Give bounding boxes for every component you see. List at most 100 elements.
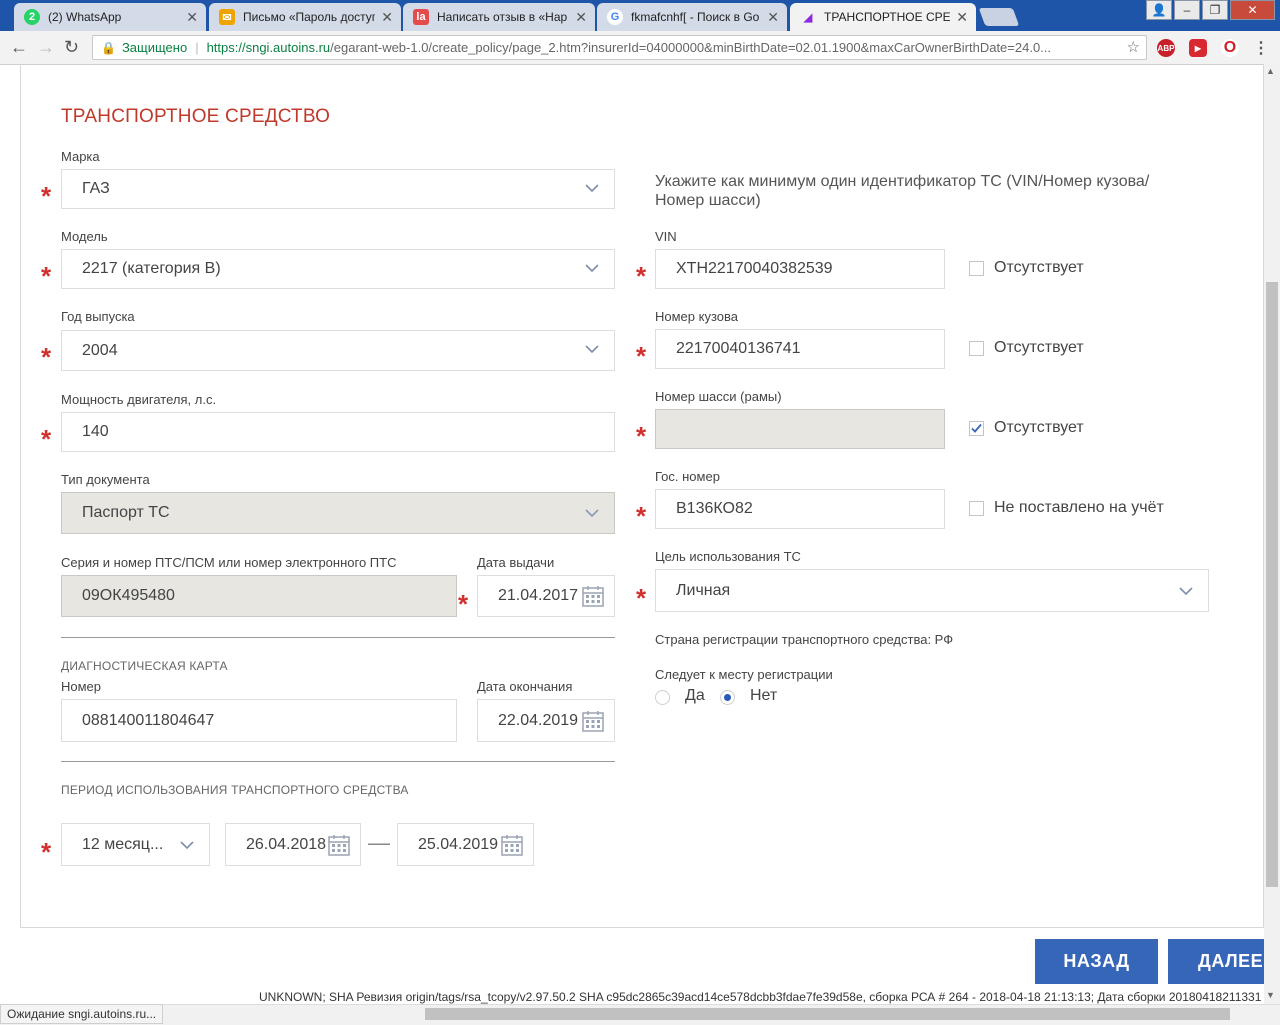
close-icon[interactable]: ✕ [956, 9, 968, 26]
issue-date-label: Дата выдачи [477, 555, 555, 570]
chevron-down-icon [1179, 587, 1193, 596]
pts-input[interactable]: 09ОК495480 [61, 575, 457, 617]
doc-type-value: Паспорт ТС [82, 504, 170, 521]
diag-number-value: 088140011804647 [82, 711, 215, 729]
issue-date-input[interactable]: 21.04.2017 [477, 575, 615, 617]
close-icon[interactable]: ✕ [186, 9, 198, 26]
tab-title: ТРАНСПОРТНОЕ СРЕДС [824, 10, 951, 24]
next-button[interactable]: ДАЛЕЕ [1168, 939, 1264, 984]
minimize-icon[interactable]: – [1174, 0, 1200, 20]
calendar-icon[interactable] [582, 585, 604, 607]
period-title: ПЕРИОД ИСПОЛЬЗОВАНИЯ ТРАНСПОРТНОГО СРЕДС… [61, 783, 409, 797]
diag-card-title: ДИАГНОСТИЧЕСКАЯ КАРТА [61, 659, 228, 673]
menu-icon[interactable]: ⋮ [1252, 39, 1270, 57]
year-label: Год выпуска [61, 309, 135, 324]
required-mark: * [458, 589, 469, 619]
vertical-scroll-thumb[interactable] [1266, 282, 1278, 887]
follows-yes-radio[interactable] [655, 690, 670, 705]
page-icon: ◢ [803, 11, 813, 24]
required-mark: * [636, 261, 647, 291]
tab-irecommend[interactable]: la Написать отзыв в «Нар ✕ [403, 3, 595, 31]
calendar-icon[interactable] [582, 710, 604, 732]
vin-value: XTH22170040382539 [676, 260, 833, 277]
checkmark-icon [971, 423, 982, 433]
period-duration-select[interactable]: 12 месяц... [61, 823, 210, 866]
new-tab-button[interactable] [978, 8, 1020, 26]
tab-vehicle-form[interactable]: ◢ ТРАНСПОРТНОЕ СРЕДС ✕ [790, 3, 976, 31]
purpose-value: Личная [676, 581, 731, 599]
period-from-input[interactable]: 26.04.2018 [225, 823, 361, 866]
calendar-icon[interactable] [501, 834, 523, 856]
follows-label: Следует к месту регистрации [655, 667, 833, 682]
pts-value: 09ОК495480 [82, 587, 175, 604]
mail-icon: ✉ [219, 9, 235, 25]
adblock-icon[interactable]: ABP [1157, 39, 1175, 57]
required-mark: * [41, 261, 52, 291]
diag-number-label: Номер [61, 679, 102, 694]
purpose-select[interactable]: Личная [655, 569, 1209, 612]
whatsapp-icon: 2 [24, 9, 40, 25]
restore-icon[interactable]: ❐ [1202, 0, 1228, 20]
chevron-down-icon [585, 345, 599, 354]
tab-title: fkmafcnhf[ - Поиск в Go [631, 10, 760, 24]
build-info: UNKNOWN; SHA Ревизия origin/tags/rsa_tco… [259, 990, 1262, 1004]
reload-icon[interactable]: ↻ [64, 37, 79, 58]
chassis-label: Номер шасси (рамы) [655, 389, 782, 404]
diag-number-input[interactable]: 088140011804647 [61, 699, 457, 742]
calendar-icon[interactable] [328, 834, 350, 856]
period-duration-value: 12 месяц... [82, 835, 164, 853]
follows-no-radio[interactable] [720, 690, 735, 705]
close-icon[interactable]: ✕ [767, 9, 779, 26]
required-mark: * [41, 342, 52, 372]
scroll-up-icon[interactable]: ▲ [1266, 66, 1275, 76]
opera-icon[interactable]: O [1221, 39, 1239, 57]
horizontal-scroll-thumb[interactable] [425, 1008, 1230, 1020]
body-absent-checkbox[interactable] [969, 341, 984, 356]
back-arrow-icon[interactable]: ← [10, 37, 28, 58]
irecommend-icon: la [413, 9, 429, 25]
period-to-value: 25.04.2019 [418, 835, 499, 853]
follows-no-label: Нет [750, 687, 778, 704]
vin-input[interactable]: XTH22170040382539 [655, 249, 945, 289]
close-icon[interactable]: ✕ [575, 9, 587, 26]
required-mark: * [41, 181, 52, 211]
tab-whatsapp[interactable]: 2 (2) WhatsApp ✕ [14, 3, 206, 31]
tab-title: Письмо «Пароль доступ [243, 10, 376, 24]
model-select[interactable]: 2217 (категория В) [61, 249, 615, 289]
close-icon[interactable]: ✕ [381, 9, 393, 26]
forward-arrow-icon[interactable]: → [37, 37, 55, 58]
tab-google[interactable]: G fkmafcnhf[ - Поиск в Go ✕ [597, 3, 787, 31]
vin-absent-checkbox[interactable] [969, 261, 984, 276]
close-window-icon[interactable]: ✕ [1230, 0, 1275, 20]
diag-end-date-input[interactable]: 22.04.2019 [477, 699, 615, 742]
vin-absent-label: Отсутствует [994, 259, 1084, 276]
chassis-input[interactable] [655, 409, 945, 449]
plate-input[interactable]: В136КО82 [655, 489, 945, 529]
model-label: Модель [61, 229, 108, 244]
chevron-down-icon [585, 509, 599, 518]
issue-date-value: 21.04.2017 [498, 587, 579, 604]
scroll-down-icon[interactable]: ▼ [1266, 990, 1275, 1000]
body-number-value: 22170040136741 [676, 340, 801, 357]
address-bar[interactable]: 🔒 Защищено | https://sngi.autoins.ru /eg… [92, 35, 1147, 60]
section-title: ТРАНСПОРТНОЕ СРЕДСТВО [61, 106, 331, 127]
period-to-input[interactable]: 25.04.2019 [397, 823, 534, 866]
bookmark-star-icon[interactable]: ☆ [1127, 38, 1140, 56]
body-number-input[interactable]: 22170040136741 [655, 329, 945, 369]
extension-icon[interactable]: ▶ [1189, 39, 1207, 57]
divider [61, 637, 615, 638]
required-mark: * [636, 341, 647, 371]
brand-select[interactable]: ГАЗ [61, 169, 615, 209]
diag-end-value: 22.04.2019 [498, 711, 579, 729]
registration-country: Страна регистрации транспортного средств… [655, 632, 954, 647]
chassis-absent-checkbox[interactable] [969, 421, 984, 436]
power-input[interactable]: 140 [61, 412, 615, 452]
required-mark: * [41, 837, 52, 867]
doc-type-select[interactable]: Паспорт ТС [61, 492, 615, 534]
user-icon[interactable]: 👤 [1146, 0, 1172, 20]
tab-mail[interactable]: ✉ Письмо «Пароль доступ ✕ [209, 3, 401, 31]
plate-not-registered-checkbox[interactable] [969, 501, 984, 516]
year-select[interactable]: 2004 [61, 330, 615, 371]
url-path: /egarant-web-1.0/create_policy/page_2.ht… [330, 40, 1052, 55]
back-button[interactable]: НАЗАД [1035, 939, 1158, 984]
